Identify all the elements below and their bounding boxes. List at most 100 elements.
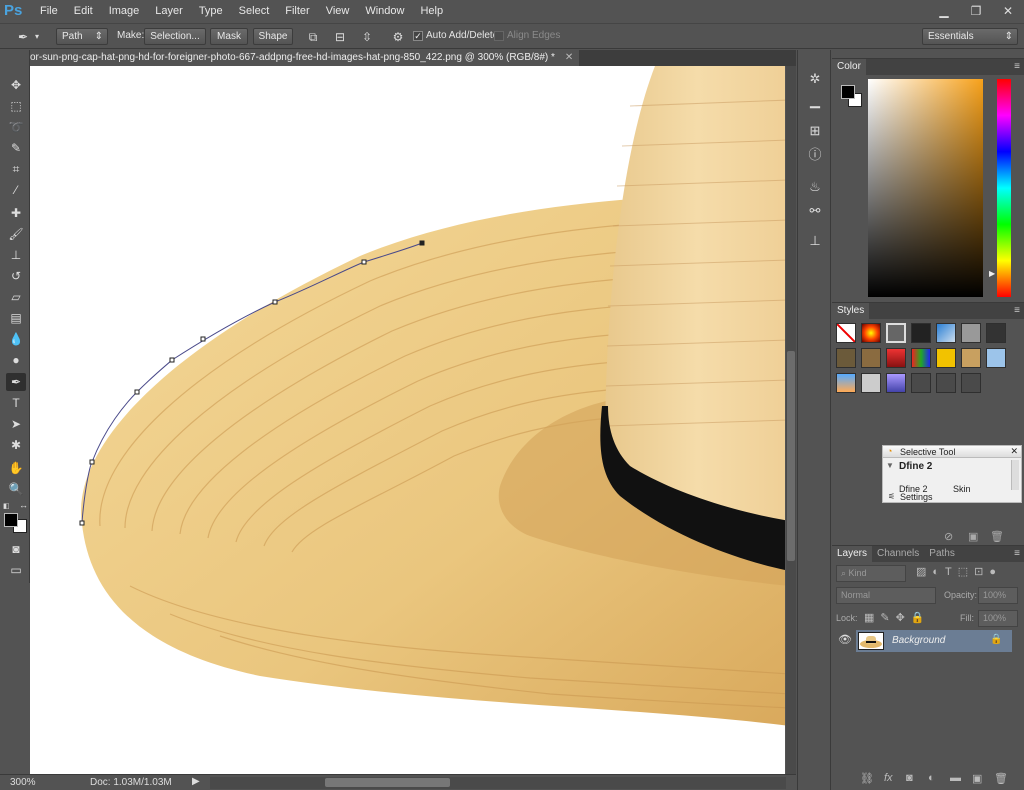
type-tool-icon[interactable]: T (6, 394, 26, 412)
status-menu-arrow-icon[interactable]: ▶ (192, 776, 200, 787)
default-colors-icon[interactable]: ◧ (3, 502, 11, 510)
foreground-color-swatch[interactable] (4, 513, 18, 527)
marquee-tool-icon[interactable]: ⬚ (6, 97, 26, 115)
pen-tool-icon[interactable]: ✒ (6, 373, 26, 391)
make-shape-button[interactable]: Shape (253, 28, 293, 45)
path-operations-icon[interactable]: ⧉ (304, 28, 322, 46)
fill-field[interactable]: 100% (978, 610, 1018, 627)
style-swatch[interactable] (911, 348, 931, 368)
new-group-icon[interactable]: ▬ (950, 772, 961, 784)
info-icon[interactable]: ⓘ (806, 146, 824, 164)
tool-presets-icon[interactable]: ⚯ (806, 202, 824, 220)
style-swatch[interactable] (836, 348, 856, 368)
document-tab[interactable]: or-sun-png-cap-hat-png-hd-for-foreigner-… (30, 50, 580, 66)
selective-scrollbar[interactable] (1011, 460, 1019, 490)
tab-layers[interactable]: Layers (832, 546, 873, 562)
adjustment-layer-icon[interactable]: ◐ (928, 772, 935, 784)
layer-filter-select[interactable]: ⌕ Kind (836, 565, 906, 582)
style-swatch[interactable] (861, 323, 881, 343)
clear-style-icon[interactable]: ⊘ (944, 530, 953, 543)
close-icon[interactable]: ✕ (1010, 446, 1018, 457)
tab-channels[interactable]: Channels (872, 546, 924, 562)
eyedropper-tool-icon[interactable]: ⁄ (6, 181, 26, 199)
quick-mask-icon[interactable]: ◙ (6, 540, 26, 558)
style-swatch[interactable] (986, 323, 1006, 343)
style-swatch[interactable] (936, 373, 956, 393)
brush-tool-icon[interactable]: 🖌 (6, 225, 26, 243)
link-layers-icon[interactable]: ⛓ (860, 772, 874, 785)
opacity-field[interactable]: 100% (978, 587, 1018, 604)
style-swatch[interactable] (886, 323, 906, 343)
style-swatch[interactable] (936, 323, 956, 343)
blend-mode-select[interactable]: Normal (836, 587, 936, 604)
healing-brush-tool-icon[interactable]: ✚ (6, 204, 26, 222)
menu-filter[interactable]: Filter (277, 0, 317, 22)
lasso-tool-icon[interactable]: ➰ (6, 118, 26, 136)
lock-icons[interactable]: ▦✎✥🔒 (864, 611, 931, 624)
hue-slider[interactable] (997, 79, 1011, 297)
add-mask-icon[interactable]: ◙ (906, 772, 913, 784)
style-swatch[interactable] (986, 348, 1006, 368)
vertical-scrollbar[interactable] (786, 66, 796, 774)
style-swatch[interactable] (861, 348, 881, 368)
blur-tool-icon[interactable]: 💧 (6, 330, 26, 348)
move-tool-icon[interactable]: ✥ (6, 76, 26, 94)
workspace-select[interactable]: Essentials ⇕ (922, 28, 1018, 45)
vertical-scroll-thumb[interactable] (787, 351, 795, 561)
tab-styles[interactable]: Styles (832, 303, 870, 319)
history-brush-tool-icon[interactable]: ↺ (6, 267, 26, 285)
dodge-tool-icon[interactable]: ● (6, 351, 26, 369)
make-selection-button[interactable]: Selection... (144, 28, 206, 45)
auto-add-delete-checkbox[interactable]: ✓ (413, 31, 423, 41)
document-canvas[interactable] (30, 66, 785, 774)
style-swatch[interactable] (836, 373, 856, 393)
style-swatch[interactable] (886, 373, 906, 393)
path-arrangement-icon[interactable]: ⇳ (358, 28, 376, 46)
filter-skin[interactable]: Skin (953, 484, 971, 494)
style-swatch[interactable] (961, 348, 981, 368)
pen-tool-preset-icon[interactable]: ✒ (14, 28, 32, 46)
menu-window[interactable]: Window (357, 0, 412, 22)
close-tab-icon[interactable]: ✕ (565, 50, 573, 66)
screen-mode-icon[interactable]: ▭ (6, 561, 26, 579)
crop-tool-icon[interactable]: ⌗ (6, 160, 26, 178)
collapse-triangle-icon[interactable]: ▼ (886, 461, 894, 470)
style-swatch[interactable] (911, 373, 931, 393)
style-none-swatch[interactable] (836, 323, 856, 343)
delete-layer-icon[interactable]: 🗑 (994, 772, 1008, 785)
layer-filter-icons[interactable]: ▨◐T⬚⊡● (916, 565, 1016, 582)
clone-stamp-tool-icon[interactable]: ⊥ (6, 246, 26, 264)
gradient-tool-icon[interactable]: ▤ (6, 309, 26, 327)
style-swatch[interactable] (861, 373, 881, 393)
selective-tool-titlebar[interactable]: ◔ Selective Tool ✕ (883, 446, 1021, 458)
chevron-down-icon[interactable]: ▾ (32, 28, 42, 46)
horizontal-scroll-thumb[interactable] (325, 778, 450, 787)
zoom-tool-icon[interactable]: 🔍 (6, 480, 26, 498)
menu-select[interactable]: Select (231, 0, 278, 22)
style-swatch[interactable] (886, 348, 906, 368)
style-swatch[interactable] (936, 348, 956, 368)
panel-menu-icon[interactable]: ≡ (1014, 546, 1020, 562)
menu-help[interactable]: Help (412, 0, 451, 22)
color-fg-swatch[interactable] (841, 85, 855, 99)
eye-icon[interactable]: 👁 (838, 633, 852, 646)
zoom-level[interactable]: 300% (10, 777, 36, 788)
tab-paths[interactable]: Paths (924, 546, 960, 562)
navigator-icon[interactable]: ✲ (806, 70, 824, 88)
hand-tool-icon[interactable]: ✋ (6, 459, 26, 477)
style-swatch[interactable] (961, 323, 981, 343)
new-layer-icon[interactable]: ▣ (972, 772, 982, 785)
history-icon[interactable]: ⊞ (806, 122, 824, 140)
custom-shape-tool-icon[interactable]: ✱ (6, 436, 26, 454)
layer-name[interactable]: Background (892, 635, 945, 646)
restore-button[interactable]: ❐ (961, 2, 991, 20)
menu-layer[interactable]: Layer (147, 0, 191, 22)
new-style-icon[interactable]: ▣ (968, 530, 978, 543)
brush-presets-icon[interactable]: ♨ (806, 178, 824, 196)
color-field[interactable] (868, 79, 983, 297)
style-swatch[interactable] (911, 323, 931, 343)
tab-color[interactable]: Color (832, 59, 866, 75)
swap-colors-icon[interactable]: ↔ (19, 500, 28, 510)
menu-edit[interactable]: Edit (66, 0, 101, 22)
gear-icon[interactable]: ⚙ (389, 28, 407, 46)
